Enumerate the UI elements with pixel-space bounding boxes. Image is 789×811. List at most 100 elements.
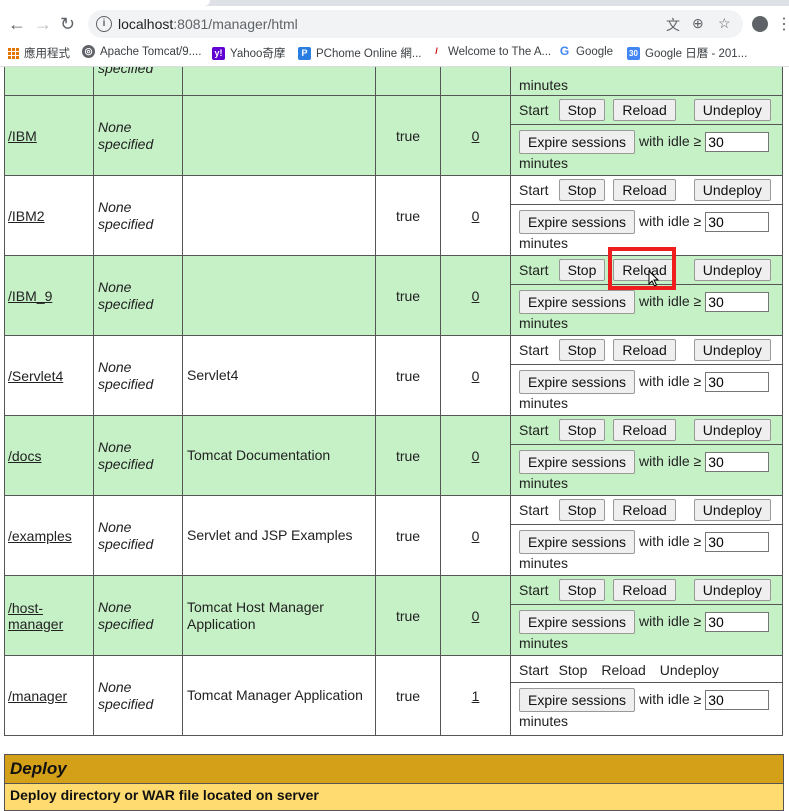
stop-button[interactable]: Stop: [558, 339, 606, 361]
display-name: Tomcat Manager Application: [187, 687, 363, 703]
bookmark-calendar[interactable]: 30 Google 日曆 - 201...: [627, 45, 747, 61]
back-arrow-icon[interactable]: ←: [8, 14, 26, 34]
stop-button[interactable]: Stop: [558, 99, 606, 121]
feather-icon: /: [435, 46, 438, 56]
stop-button[interactable]: Stop: [558, 579, 606, 601]
version-text: None specified: [98, 118, 154, 152]
reload-button[interactable]: Reload: [613, 179, 676, 201]
reload-button[interactable]: Reload: [613, 339, 676, 361]
expire-area: Expire sessions with idle ≥ minutes: [511, 445, 782, 495]
start-label: Start: [519, 662, 549, 678]
app-path-link[interactable]: /IBM: [8, 128, 37, 144]
version-text: None specified: [98, 278, 154, 312]
bookmark-label: Yahoo奇摩: [230, 48, 286, 60]
expire-sessions-button[interactable]: Expire sessions: [519, 687, 636, 712]
bookmark-yahoo[interactable]: y! Yahoo奇摩: [212, 45, 285, 61]
idle-minutes-input[interactable]: [705, 689, 770, 710]
reload-button[interactable]: Reload: [613, 99, 676, 121]
running-status: true: [395, 687, 421, 704]
undeploy-label: Undeploy: [659, 662, 719, 678]
idle-minutes-input[interactable]: [705, 611, 770, 632]
sessions-link[interactable]: 0: [472, 608, 480, 624]
minutes-label: minutes: [519, 394, 569, 411]
undeploy-button[interactable]: Undeploy: [693, 179, 771, 201]
omnibox[interactable]: i localhost:8081/manager/html 文 ⊕ ☆: [88, 10, 743, 38]
bookmark-google[interactable]: G Google: [558, 45, 613, 58]
sessions-link[interactable]: 0: [472, 528, 480, 544]
running-status: true: [395, 207, 421, 224]
mouse-cursor-icon: [648, 270, 660, 287]
undeploy-button[interactable]: Undeploy: [693, 99, 771, 121]
idle-minutes-input[interactable]: [705, 371, 770, 392]
version-text: None specified: [98, 518, 154, 552]
translate-icon[interactable]: 文: [666, 15, 680, 35]
sessions-link[interactable]: 1: [472, 688, 480, 704]
idle-minutes-input[interactable]: [705, 291, 770, 312]
command-row: Start Stop Reload Undeploy: [511, 659, 782, 683]
version-text: None specified: [98, 438, 154, 472]
expire-area: Expire sessions with idle ≥ minutes: [511, 605, 782, 655]
app-path-link[interactable]: /host-manager: [8, 600, 63, 632]
idle-minutes-input[interactable]: [705, 131, 770, 152]
stop-button[interactable]: Stop: [558, 499, 606, 521]
expire-sessions-button[interactable]: Expire sessions: [519, 609, 636, 634]
star-icon[interactable]: ☆: [718, 15, 731, 32]
undeploy-button[interactable]: Undeploy: [693, 579, 771, 601]
reload-button[interactable]: Reload: [613, 259, 676, 281]
start-label: Start: [519, 342, 549, 358]
expire-sessions-button[interactable]: Expire sessions: [519, 529, 636, 554]
undeploy-button[interactable]: Undeploy: [693, 499, 771, 521]
idle-minutes-input[interactable]: [705, 531, 770, 552]
app-path-link[interactable]: /examples: [8, 528, 72, 544]
stop-button[interactable]: Stop: [558, 419, 606, 441]
undeploy-button[interactable]: Undeploy: [693, 259, 771, 281]
expire-sessions-button[interactable]: Expire sessions: [519, 369, 636, 394]
apps-grid-icon: [8, 47, 19, 59]
app-path-link[interactable]: /IBM2: [8, 208, 45, 224]
reload-page-icon[interactable]: ↻: [60, 14, 75, 34]
sessions-link[interactable]: 0: [472, 368, 480, 384]
display-name: Servlet and JSP Examples: [187, 527, 353, 543]
reload-button[interactable]: Reload: [613, 419, 676, 441]
display-name: Tomcat Documentation: [187, 447, 331, 463]
stop-button[interactable]: Stop: [558, 179, 606, 201]
command-row: Start Stop Reload Undeploy: [511, 97, 782, 125]
reload-button[interactable]: Reload: [613, 499, 676, 521]
start-label: Start: [519, 422, 549, 438]
sessions-link[interactable]: 0: [472, 448, 480, 464]
expire-sessions-button[interactable]: Expire sessions: [519, 449, 636, 474]
menu-kebab-icon[interactable]: ⋮: [776, 14, 789, 34]
app-path-link[interactable]: /docs: [8, 448, 41, 464]
undeploy-button[interactable]: Undeploy: [693, 419, 771, 441]
sessions-link[interactable]: 0: [472, 288, 480, 304]
table-row: /Servlet4 None specified Servlet4 true 0…: [4, 335, 783, 416]
app-path-link[interactable]: /Servlet4: [8, 368, 63, 384]
bookmark-tomcat[interactable]: ◎ Apache Tomcat/9....: [82, 45, 201, 58]
expire-sessions-button[interactable]: Expire sessions: [519, 289, 636, 314]
version-text: None specified: [98, 358, 154, 392]
url-text[interactable]: localhost:8081/manager/html: [118, 16, 298, 32]
expire-area: Expire sessions with idle ≥ minutes: [511, 525, 782, 575]
profile-avatar-icon[interactable]: [752, 16, 768, 32]
start-label: Start: [519, 262, 549, 278]
sessions-link[interactable]: 0: [472, 208, 480, 224]
reload-button[interactable]: Reload: [613, 579, 676, 601]
forward-arrow-icon[interactable]: →: [34, 14, 52, 34]
app-path-link[interactable]: /manager: [8, 688, 67, 704]
bookmark-apps[interactable]: 應用程式: [8, 45, 70, 61]
idle-minutes-input[interactable]: [705, 211, 770, 232]
expire-sessions-button[interactable]: Expire sessions: [519, 209, 636, 234]
stop-button[interactable]: Stop: [558, 259, 606, 281]
bookmark-apache[interactable]: / Welcome to The A...: [430, 45, 551, 58]
with-idle-label: with idle ≥: [639, 133, 702, 149]
idle-minutes-input[interactable]: [705, 451, 770, 472]
expire-sessions-button[interactable]: Expire sessions: [519, 129, 636, 154]
command-row: Start Stop Reload Undeploy: [511, 177, 782, 205]
zoom-icon[interactable]: ⊕: [692, 15, 704, 32]
sessions-link[interactable]: 0: [472, 128, 480, 144]
undeploy-button[interactable]: Undeploy: [693, 339, 771, 361]
version-text: None specified: [98, 198, 154, 232]
app-path-link[interactable]: /IBM_9: [8, 288, 52, 304]
info-icon[interactable]: i: [96, 16, 112, 32]
bookmark-pchome[interactable]: P PChome Online 網...: [298, 45, 421, 61]
